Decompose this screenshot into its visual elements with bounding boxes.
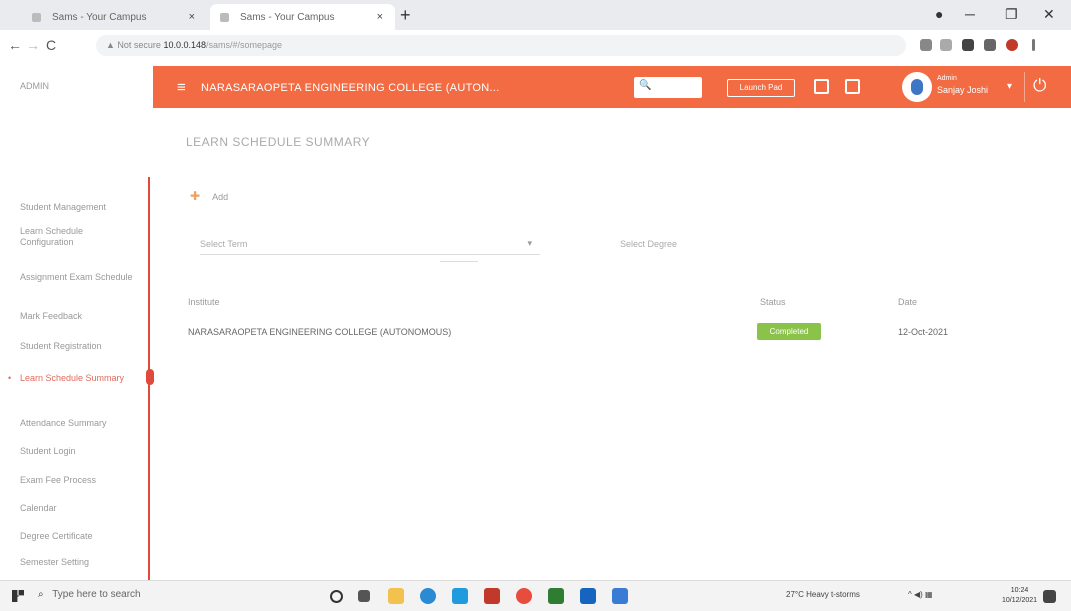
excel-icon[interactable]	[548, 588, 564, 604]
user-role: Admin	[937, 75, 957, 82]
edge-icon[interactable]	[420, 588, 436, 604]
sidebar-brand: ADMIN	[20, 81, 49, 91]
word-icon[interactable]	[580, 588, 596, 604]
chrome-icon[interactable]	[516, 588, 532, 604]
extension-icon[interactable]	[920, 39, 932, 51]
taskbar-search-placeholder: Type here to search	[52, 589, 141, 600]
search-icon: 🔍	[639, 80, 652, 91]
browser-tab-active[interactable]: Sams - Your Campus ×	[210, 4, 395, 30]
table-cell-institute[interactable]: NARASARAOPETA ENGINEERING COLLEGE (AUTON…	[188, 327, 451, 337]
restore-button[interactable]: ❐	[1005, 6, 1018, 23]
add-label: Add	[212, 192, 229, 202]
degree-select[interactable]: Select Degree	[620, 239, 677, 249]
sidebar-item[interactable]: Assignment Exam Schedule	[20, 272, 135, 283]
close-window-button[interactable]: ✕	[1043, 6, 1055, 23]
favicon-icon	[32, 13, 41, 22]
chevron-down-icon: ▾	[527, 238, 532, 248]
avatar[interactable]	[902, 72, 932, 102]
column-header-institute: Institute	[188, 297, 220, 307]
back-button[interactable]: ←	[8, 37, 22, 53]
system-tray-icons[interactable]: ^ ◀) ▦	[908, 590, 933, 599]
college-name: NARASARAOPETA ENGINEERING COLLEGE (AUTON…	[201, 82, 500, 94]
app-icon[interactable]	[484, 588, 500, 604]
page-title: LEARN SCHEDULE SUMMARY	[186, 135, 371, 149]
term-select-value: Select Term	[200, 239, 248, 249]
column-header-date: Date	[898, 297, 918, 307]
browser-tab[interactable]: Sams - Your Campus ×	[22, 4, 207, 30]
kebab-menu-icon[interactable]	[1032, 39, 1035, 51]
divider	[440, 261, 478, 262]
sidebar-item[interactable]: Student Login	[20, 446, 135, 457]
task-view-icon[interactable]	[358, 590, 370, 602]
minimize-button[interactable]: ─	[965, 6, 975, 22]
url-input[interactable]: ▲ Not secure 10.0.0.148/sams/#/somepage	[96, 35, 906, 56]
clock-time: 10:24	[1010, 587, 1029, 594]
add-button[interactable]: ✚ Add	[190, 189, 228, 203]
windows-start-icon[interactable]	[12, 590, 24, 602]
notes-icon[interactable]	[814, 79, 829, 94]
close-tab-icon[interactable]: ×	[189, 11, 195, 23]
reload-button[interactable]: C	[46, 37, 56, 53]
extension-icon[interactable]	[962, 39, 974, 51]
file-explorer-icon[interactable]	[388, 588, 404, 604]
launch-pad-button[interactable]: Launch Pad	[727, 79, 795, 97]
sidebar-item[interactable]: Mark Feedback	[20, 311, 135, 322]
url-host: 10.0.0.148	[163, 40, 206, 50]
extension-icon[interactable]	[940, 39, 952, 51]
logout-icon[interactable]: ⏻	[1033, 76, 1046, 96]
clock-date: 10/12/2021	[1002, 597, 1038, 604]
hamburger-menu-icon[interactable]: ≡	[177, 79, 186, 96]
store-icon[interactable]	[452, 588, 468, 604]
header-search-input[interactable]: 🔍	[634, 77, 702, 98]
sidebar-item-active[interactable]: Learn Schedule Summary	[8, 373, 135, 384]
app-header: ≡ NARASARAOPETA ENGINEERING COLLEGE (AUT…	[153, 66, 1071, 108]
forward-button[interactable]: →	[26, 37, 40, 53]
term-select[interactable]: Select Term ▾	[200, 233, 540, 255]
messages-icon[interactable]	[845, 79, 860, 94]
chevron-down-icon[interactable]: ▾	[1007, 81, 1012, 92]
sidebar-item[interactable]: Degree Certificate	[20, 531, 135, 542]
tab-title: Sams - Your Campus	[240, 12, 335, 23]
security-indicator[interactable]: ▲ Not secure	[106, 40, 161, 50]
taskbar-clock[interactable]: 10:24 10/12/2021	[1002, 586, 1037, 606]
cortana-icon[interactable]	[330, 590, 343, 603]
add-icon: ✚	[190, 189, 201, 203]
favicon-icon	[220, 13, 229, 22]
profile-avatar-icon[interactable]	[1006, 39, 1018, 51]
os-taskbar: ⌕ Type here to search 27°C Heavy t-storm…	[0, 580, 1071, 611]
header-divider	[1024, 72, 1025, 102]
sidebar-item[interactable]: Semester Setting	[20, 557, 135, 568]
search-icon: ⌕	[38, 589, 44, 600]
close-tab-icon[interactable]: ×	[377, 11, 383, 23]
profile-icon[interactable]: ●	[935, 6, 943, 22]
photos-icon[interactable]	[612, 588, 628, 604]
sidebar-item[interactable]: Exam Fee Process	[20, 475, 135, 486]
sidebar-item[interactable]: Learn Schedule Configuration	[20, 226, 135, 248]
tab-title: Sams - Your Campus	[52, 12, 147, 23]
weather-widget[interactable]: 27°C Heavy t-storms	[786, 590, 860, 599]
table-cell-date: 12-Oct-2021	[898, 327, 949, 337]
sidebar: ADMIN Student Management Learn Schedule …	[0, 61, 154, 580]
new-tab-button[interactable]: +	[400, 5, 411, 26]
app-root: ADMIN Student Management Learn Schedule …	[0, 61, 1071, 580]
puzzle-icon[interactable]	[984, 39, 996, 51]
column-header-status: Status	[760, 297, 786, 307]
user-name[interactable]: Sanjay Joshi	[937, 85, 988, 95]
address-bar-row: ← → C ▲ Not secure 10.0.0.148/sams/#/som…	[0, 30, 1071, 61]
notifications-icon[interactable]	[1043, 590, 1056, 603]
url-path: /sams/#/somepage	[206, 40, 283, 50]
sidebar-item[interactable]: Calendar	[20, 503, 135, 514]
sidebar-item[interactable]: Attendance Summary	[20, 418, 135, 429]
taskbar-search-input[interactable]: ⌕ Type here to search	[38, 589, 141, 600]
sidebar-item[interactable]: Student Registration	[20, 341, 135, 352]
sidebar-item[interactable]: Student Management	[20, 202, 135, 213]
active-item-marker	[146, 369, 154, 385]
browser-tab-strip: Sams - Your Campus × Sams - Your Campus …	[0, 0, 1071, 30]
status-badge: Completed	[757, 323, 821, 340]
